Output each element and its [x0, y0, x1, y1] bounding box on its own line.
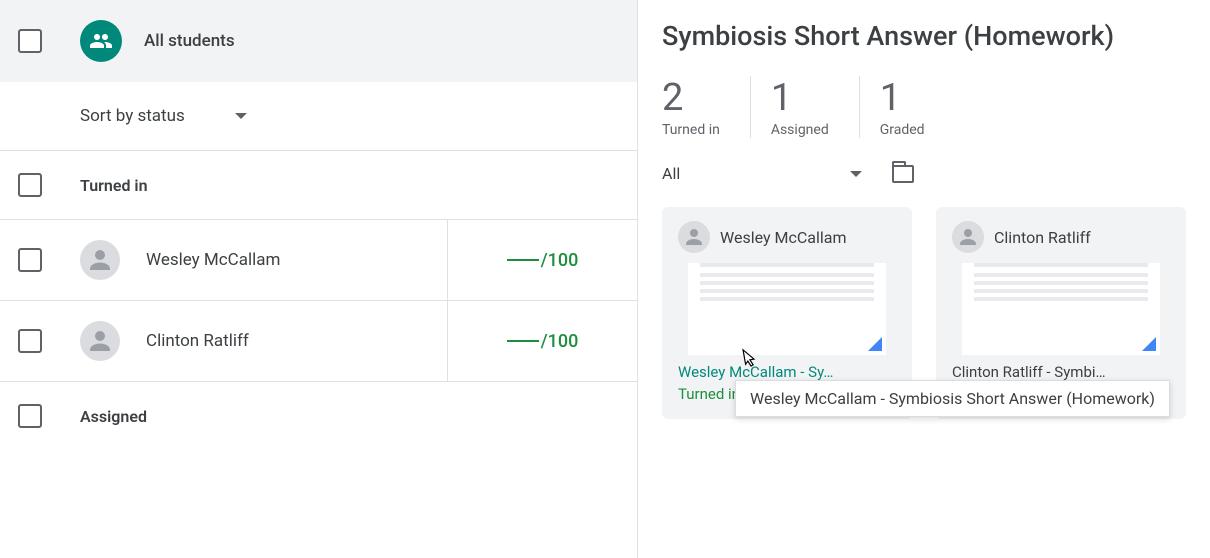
select-all-checkbox[interactable] — [18, 29, 42, 53]
all-students-row[interactable]: All students — [0, 0, 637, 82]
avatar-icon — [80, 321, 120, 361]
stat-turned-in[interactable]: 2 Turned in — [662, 76, 751, 138]
student-name: Wesley McCallam — [146, 250, 280, 270]
docs-icon — [1142, 337, 1156, 351]
chevron-down-icon — [235, 113, 247, 119]
doc-thumbnail[interactable] — [962, 263, 1160, 355]
stat-assigned[interactable]: 1 Assigned — [771, 76, 860, 138]
student-name: Clinton Ratliff — [146, 331, 249, 351]
doc-title[interactable]: Wesley McCallam - Sy… — [678, 363, 896, 381]
sort-dropdown[interactable]: Sort by status — [0, 82, 637, 151]
student-list-panel: All students Sort by status Turned in We… — [0, 0, 638, 558]
sort-label: Sort by status — [80, 106, 185, 126]
group-header-assigned[interactable]: Assigned — [0, 382, 637, 450]
student-checkbox[interactable] — [18, 329, 42, 353]
chevron-down-icon — [850, 171, 862, 177]
stat-graded[interactable]: 1 Graded — [880, 76, 955, 138]
grade-input[interactable]: /100 — [447, 301, 637, 381]
student-row[interactable]: Wesley McCallam /100 — [0, 220, 637, 301]
group-checkbox[interactable] — [18, 173, 42, 197]
group-label: Assigned — [80, 407, 147, 426]
grade-input[interactable]: /100 — [447, 220, 637, 300]
all-students-icon — [80, 20, 122, 62]
filter-dropdown[interactable]: All — [662, 164, 862, 183]
card-student-name: Clinton Ratliff — [994, 228, 1091, 247]
group-label: Turned in — [80, 176, 148, 195]
hover-tooltip: Wesley McCallam - Symbiosis Short Answer… — [735, 380, 1170, 417]
avatar-icon — [952, 221, 984, 253]
student-checkbox[interactable] — [18, 248, 42, 272]
assignment-title: Symbiosis Short Answer (Homework) — [662, 20, 1186, 52]
filter-row: All — [662, 164, 1186, 183]
all-students-label: All students — [144, 31, 235, 51]
folder-icon[interactable] — [892, 165, 914, 183]
group-header-turned-in[interactable]: Turned in — [0, 151, 637, 220]
docs-icon — [868, 337, 882, 351]
doc-thumbnail[interactable] — [688, 263, 886, 355]
student-row[interactable]: Clinton Ratliff /100 — [0, 301, 637, 382]
doc-title[interactable]: Clinton Ratliff - Symbi… — [952, 363, 1170, 381]
avatar-icon — [80, 240, 120, 280]
group-checkbox[interactable] — [18, 404, 42, 428]
stats-row: 2 Turned in 1 Assigned 1 Graded — [662, 76, 1186, 138]
filter-label: All — [662, 164, 680, 183]
card-student-name: Wesley McCallam — [720, 228, 846, 247]
avatar-icon — [678, 221, 710, 253]
assignment-detail-panel: Symbiosis Short Answer (Homework) 2 Turn… — [638, 0, 1210, 558]
